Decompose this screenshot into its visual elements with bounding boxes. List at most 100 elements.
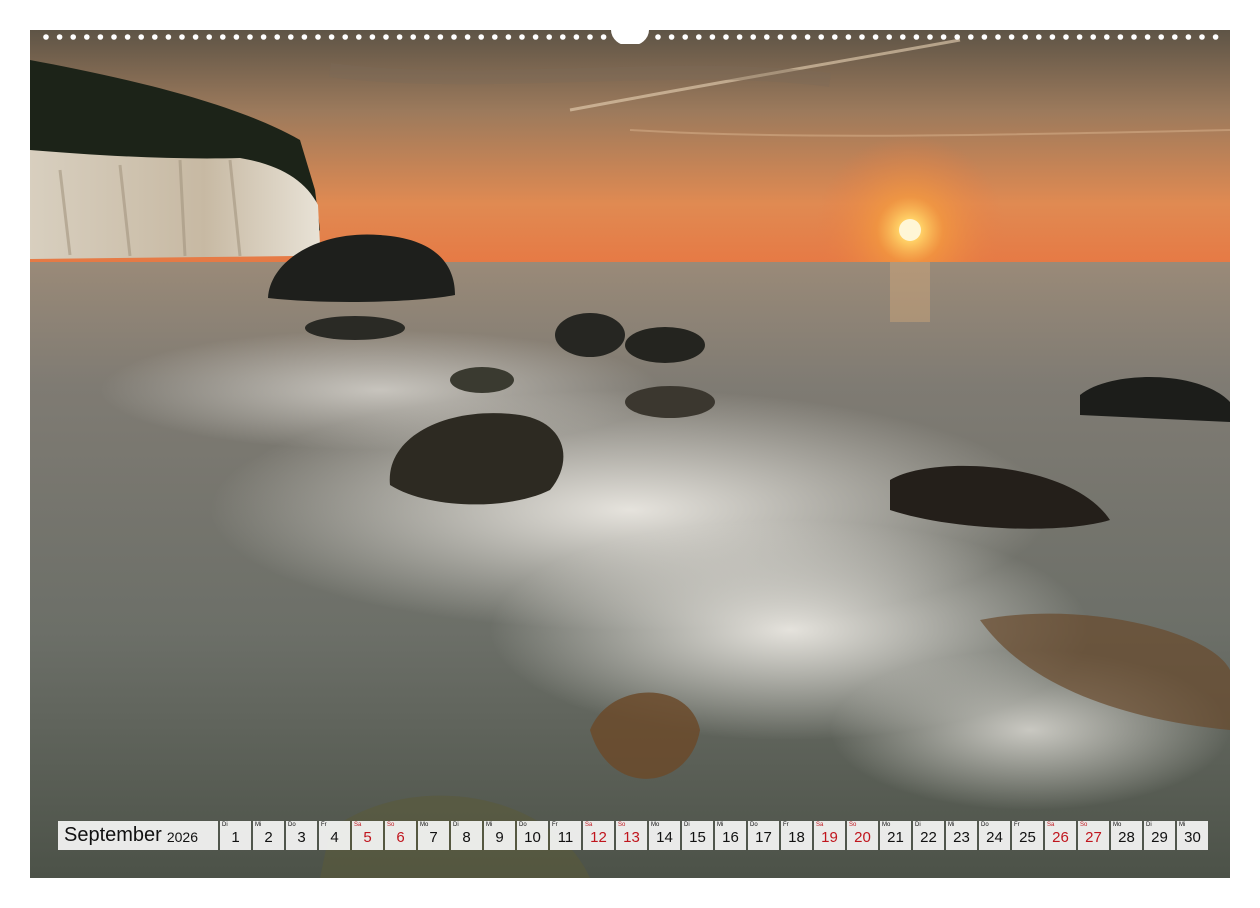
weekday-label: Di (222, 822, 228, 828)
binding-hole (886, 34, 892, 40)
binding-hole (560, 34, 566, 40)
binding-hole (1036, 34, 1042, 40)
day-number: 29 (1151, 829, 1168, 846)
day-number: 12 (590, 829, 607, 846)
weekday-label: Sa (816, 822, 824, 828)
binding-hole (832, 34, 838, 40)
weekday-label: So (387, 822, 395, 828)
day-cell: Mo 7 (418, 821, 449, 850)
year-label: 2026 (166, 829, 198, 845)
weekday-label: Mo (882, 822, 891, 828)
binding-hole (437, 34, 444, 40)
day-number: 22 (920, 829, 937, 846)
binding-hole (600, 34, 607, 40)
binding-hole (682, 34, 688, 40)
binding-hole (451, 34, 457, 40)
binding-hole (1117, 34, 1124, 40)
binding-hole (233, 34, 240, 40)
day-number: 3 (297, 829, 306, 846)
day-cell: Sa 12 (583, 821, 614, 850)
binding-hole (940, 34, 947, 40)
weekday-label: So (849, 822, 857, 828)
weekday-label: Mo (1113, 822, 1122, 828)
day-number: 7 (429, 829, 438, 846)
binding-hole (913, 34, 920, 40)
binding-hole (804, 34, 811, 40)
day-number: 30 (1184, 829, 1201, 846)
day-cell: So 6 (385, 821, 416, 850)
day-number: 10 (524, 829, 541, 846)
binding-hole (206, 34, 212, 40)
month-name: September (64, 824, 162, 846)
day-cell: Fr 18 (781, 821, 812, 850)
seascape-photo (30, 30, 1230, 878)
weekday-label: Fr (321, 822, 327, 828)
binding-hole (1199, 34, 1205, 40)
binding-hole (383, 34, 389, 40)
day-number: 28 (1118, 829, 1135, 846)
day-number: 25 (1019, 829, 1036, 846)
day-cell: Fr 11 (550, 821, 581, 850)
binding-hole (900, 34, 906, 40)
day-cell: Mo 14 (649, 821, 680, 850)
binding-hole (818, 34, 824, 40)
weekday-label: Mo (420, 822, 429, 828)
day-cell: Mi 9 (484, 821, 515, 850)
day-list: Di 1 Mi 2 Do 3 Fr 4 Sa 5 So 6 Mo 7 Di 8 Mi 9 Do 10 Fr 11 Sa 12 S… (220, 821, 1208, 850)
binding-hole (859, 34, 865, 40)
binding-hole (342, 34, 349, 40)
binding-hole (165, 34, 172, 40)
day-cell: So 13 (616, 821, 647, 850)
binding-holes (43, 30, 1219, 44)
day-number: 15 (689, 829, 706, 846)
day-number: 14 (656, 829, 673, 846)
day-number: 11 (557, 829, 574, 846)
weekday-label: So (618, 822, 626, 828)
binding-hole (56, 34, 63, 40)
weekday-label: Sa (585, 822, 593, 828)
photo-illustration (30, 30, 1230, 878)
day-number: 24 (986, 829, 1003, 846)
day-cell: Sa 19 (814, 821, 845, 850)
weekday-label: Di (453, 822, 459, 828)
binding-hole (288, 34, 294, 40)
day-cell: Mi 23 (946, 821, 977, 850)
weekday-label: Do (750, 822, 758, 828)
binding-hole (1172, 34, 1178, 40)
day-number: 8 (462, 829, 471, 846)
day-number: 19 (821, 829, 838, 846)
day-cell: So 27 (1078, 821, 1109, 850)
day-cell: Mi 2 (253, 821, 284, 850)
day-number: 16 (722, 829, 739, 846)
binding-hole (328, 34, 335, 40)
binding-hole (519, 34, 525, 40)
day-number: 18 (788, 829, 805, 846)
day-cell: Di 15 (682, 821, 713, 850)
binding-hole (356, 34, 362, 40)
binding-hole (369, 34, 376, 40)
weekday-label: Mi (486, 822, 493, 828)
binding-hole (1131, 34, 1137, 40)
day-cell: Di 1 (220, 821, 251, 850)
weekday-label: Do (519, 822, 527, 828)
binding-hole (410, 34, 417, 40)
day-cell: Do 3 (286, 821, 317, 850)
binding-hole (492, 34, 498, 40)
spiral-binding (30, 30, 1230, 44)
weekday-label: Mi (717, 822, 724, 828)
weekday-label: So (1080, 822, 1088, 828)
binding-hole (1063, 34, 1069, 40)
binding-hole (97, 34, 104, 40)
weekday-label: Fr (1014, 822, 1020, 828)
day-number: 27 (1085, 829, 1102, 846)
binding-hole (968, 34, 974, 40)
day-cell: Fr 4 (319, 821, 350, 850)
binding-hole (1158, 34, 1164, 40)
binding-hole (1212, 34, 1219, 40)
weekday-label: Do (981, 822, 989, 828)
binding-hole (111, 34, 117, 40)
binding-hole (981, 34, 988, 40)
weekday-label: Di (915, 822, 921, 828)
weekday-label: Mi (948, 822, 955, 828)
month-label-box: September 2026 (58, 821, 218, 850)
